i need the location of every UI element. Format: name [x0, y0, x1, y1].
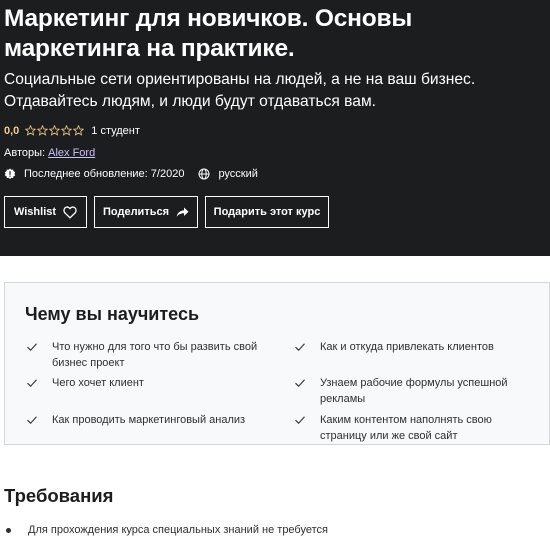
- learn-item-text: Каким контентом наполнять свою страницу …: [320, 414, 492, 442]
- author-link[interactable]: Alex Ford: [48, 147, 95, 159]
- wishlist-button[interactable]: Wishlist: [4, 196, 87, 228]
- learn-item: Чего хочет клиент: [26, 375, 281, 391]
- gift-course-button[interactable]: Подарить этот курс: [205, 196, 329, 228]
- alert-badge-icon: [4, 168, 16, 180]
- check-icon: [27, 416, 37, 424]
- share-label: Поделиться: [102, 206, 170, 218]
- check-icon: [295, 343, 305, 351]
- star-empty-icon: [49, 125, 61, 136]
- check-icon: [295, 416, 305, 424]
- star-empty-icon: [73, 125, 85, 136]
- check-icon: [27, 379, 37, 387]
- course-title: Маркетинг для новичков. Основы маркетинг…: [4, 5, 413, 62]
- learn-item: Узнаем рабочие формулы успешной рекламы: [294, 375, 519, 407]
- course-header: Маркетинг для новичков. Основы маркетинг…: [0, 0, 550, 256]
- learn-item: Что нужно для того что бы развить свой б…: [26, 339, 281, 371]
- requirement-text: Для прохождения курса специальных знаний…: [28, 524, 328, 536]
- share-arrow-icon: [176, 207, 189, 217]
- learn-item-text: Что нужно для того что бы развить свой б…: [52, 341, 258, 369]
- authors-label: Авторы:: [4, 147, 46, 159]
- rating-stars: [25, 125, 85, 136]
- learn-item: Как проводить маркетинговый анализ: [26, 412, 281, 428]
- course-language: русский: [218, 168, 258, 180]
- learn-item: Как и откуда привлекать клиентов: [294, 339, 539, 355]
- learn-item-text: Как проводить маркетинговый анализ: [52, 414, 246, 426]
- heart-icon: [63, 205, 77, 219]
- last-updated: Последнее обновление: 7/2020: [24, 168, 185, 180]
- learn-item: Каким контентом наполнять свою страницу …: [294, 412, 519, 444]
- what-you-will-learn: Чему вы научитесь Что нужно для того что…: [4, 282, 550, 445]
- learn-item-text: Узнаем рабочие формулы успешной рекламы: [320, 377, 508, 405]
- learn-title: Чему вы научитесь: [25, 304, 200, 324]
- globe-icon: [198, 168, 210, 180]
- student-count: 1 студент: [91, 124, 140, 137]
- learn-item-text: Как и откуда привлекать клиентов: [320, 341, 494, 353]
- star-empty-icon: [37, 125, 49, 136]
- share-button[interactable]: Поделиться: [94, 196, 198, 228]
- requirement-item: Для прохождения курса специальных знаний…: [4, 522, 328, 538]
- course-meta-row: Последнее обновление: 7/2020 русский: [4, 166, 258, 182]
- action-buttons: Wishlist Поделиться Подарить этот курс: [4, 196, 336, 228]
- authors-row: Авторы: Alex Ford: [4, 146, 95, 161]
- learn-item-text: Чего хочет клиент: [52, 377, 144, 389]
- star-empty-icon: [61, 125, 73, 136]
- requirements-title: Требования: [4, 485, 114, 506]
- rating-row: 0,0 1 студент: [4, 123, 140, 138]
- check-icon: [295, 379, 305, 387]
- wishlist-label: Wishlist: [13, 206, 57, 218]
- star-empty-icon: [25, 125, 37, 136]
- check-icon: [27, 343, 37, 351]
- rating-value: 0,0: [4, 124, 20, 137]
- course-subtitle: Социальные сети ориентированы на людей, …: [4, 71, 476, 110]
- gift-label: Подарить этот курс: [213, 206, 321, 218]
- bullet-icon: [6, 527, 11, 533]
